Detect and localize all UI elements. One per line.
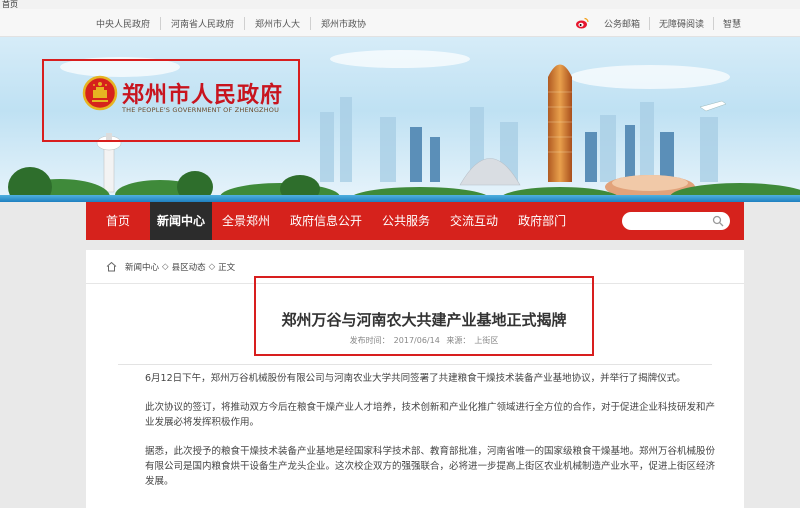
link-official-mail[interactable]: 公务邮箱 [595,17,649,30]
top-right-links: 公务邮箱 无障碍阅读 智慧 [575,9,750,37]
nav-public-services[interactable]: 公共服务 [372,202,440,240]
breadcrumb-separator: ◇ [208,261,216,272]
link-zhengzhou-cppcc[interactable]: 郑州市政协 [310,16,376,30]
top-links: 中央人民政府 河南省人民政府 郑州市人大 郑州市政协 [86,9,376,37]
weibo-icon[interactable] [575,16,589,30]
browser-tab-title: 首页 [0,0,800,9]
breadcrumb-current: 正文 [218,262,236,273]
article-paragraph: 据悉，此次授予的粮食干燥技术装备产业基地是经国家科学技术部、教育部批准，河南省唯… [145,446,716,487]
breadcrumb-county-news[interactable]: 县区动态 [172,261,206,273]
title-divider [118,364,712,365]
article-paragraph: 此次协议的签订，将推动双方今后在粮食干燥产业人才培养，技术创新和产业化推广领域进… [145,402,716,428]
nav-government-departments[interactable]: 政府部门 [508,202,576,240]
main-navigation: 首页 新闻中心 全景郑州 政府信息公开 公共服务 交流互动 政府部门 [86,202,744,240]
article-title: 郑州万谷与河南农大共建产业基地正式揭牌 [281,311,567,329]
search-icon[interactable] [712,215,724,227]
publish-date: 2017/06/14 [393,336,440,345]
source-label: 来源： [446,336,471,345]
nav-home[interactable]: 首页 [86,202,150,240]
nav-panorama-zhengzhou[interactable]: 全景郑州 [212,202,280,240]
nav-interaction[interactable]: 交流互动 [440,202,508,240]
link-central-government[interactable]: 中央人民政府 [86,17,160,30]
breadcrumb-separator: ◇ [162,261,169,272]
site-logo-subtitle: THE PEOPLE'S GOVERNMENT OF ZHENGZHOU [122,106,280,114]
article-paragraph: 6月12日下午，郑州万谷机械股份有限公司与河南农业大学共同签署了共建粮食干燥技术… [145,373,686,384]
publish-label: 发布时间： [349,336,390,345]
nav-government-info[interactable]: 政府信息公开 [280,202,372,240]
source-value: 上街区 [474,336,499,345]
site-logo-title[interactable]: 郑州市人民政府 [122,77,283,109]
breadcrumb-news-center[interactable]: 新闻中心 [125,261,159,273]
home-icon[interactable] [106,261,117,272]
article-meta: 发布时间： 2017/06/14 来源： 上街区 [254,335,594,346]
national-emblem-icon[interactable] [82,75,118,111]
link-accessible-reading[interactable]: 无障碍阅读 [648,16,713,30]
nav-news-center[interactable]: 新闻中心 [150,202,212,240]
link-zhengzhou-congress[interactable]: 郑州市人大 [244,16,310,30]
link-henan-government[interactable]: 河南省人民政府 [160,16,244,30]
link-smart[interactable]: 智慧 [712,16,750,30]
top-link-bar: 中央人民政府 河南省人民政府 郑州市人大 郑州市政协 公务邮箱 无障碍阅读 智慧 [0,9,800,37]
